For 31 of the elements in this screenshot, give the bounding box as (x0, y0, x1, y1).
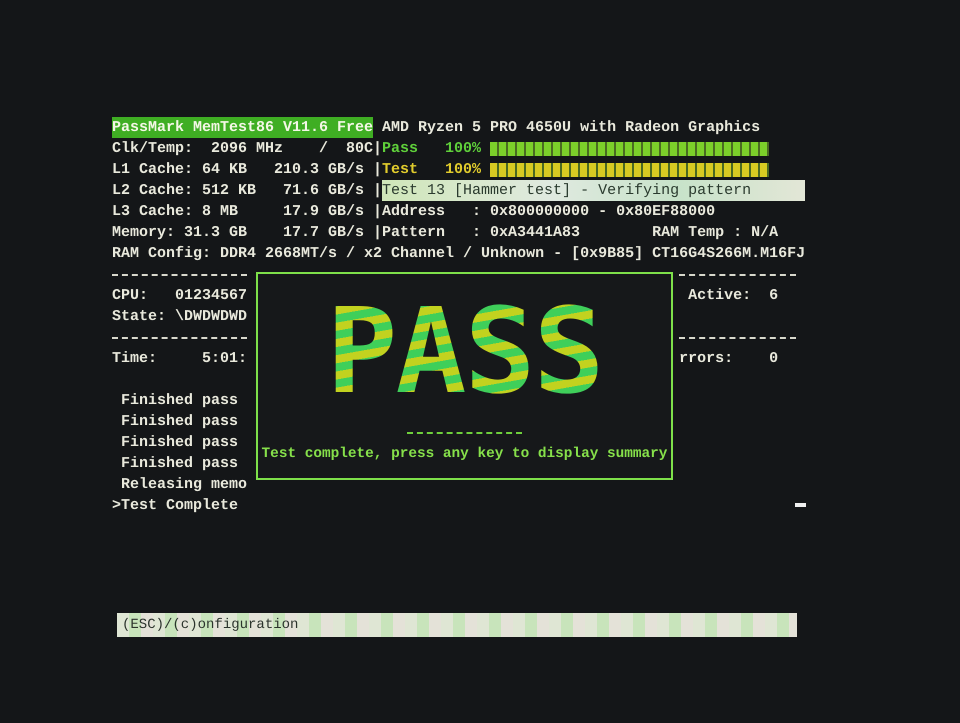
app-title: PassMark MemTest86 V11.6 Free (112, 117, 374, 138)
log-line: Finished pass (121, 433, 238, 453)
prompt-marker: > (112, 496, 121, 516)
system-info: L1 Cache: 64 KB 210.3 GB/s | (112, 160, 382, 180)
elapsed-time: Time: 5:01: (112, 349, 248, 369)
system-info: Memory: 31.3 GB 17.7 GB/s | (112, 223, 382, 243)
error-count: rrors: 0 (679, 349, 778, 369)
system-info: L3 Cache: 8 MB 17.9 GB/s | (112, 202, 382, 222)
text-cursor (795, 503, 806, 507)
cpu-line: CPU: 01234567 (112, 286, 248, 306)
state-line: State: \DWDWDWD (112, 307, 248, 327)
ram-config: RAM Config: DDR4 2668MT/s / x2 Channel / Unknown - [0x9B85] CT16G4S266M.M16FJ (112, 244, 806, 264)
system-info: L2 Cache: 512 KB 71.6 GB/s | (112, 181, 382, 201)
footer-hint: (ESC)/(c)onfiguration (122, 616, 298, 635)
log-line: Test Complete (121, 496, 238, 516)
test-status: Test 13 [Hammer test] - Verifying pattern (382, 180, 806, 201)
progress-label: Pass (382, 139, 420, 159)
system-info: Clk/Temp: 2096 MHz / 80C| (112, 139, 382, 159)
log-line: Finished pass (121, 412, 238, 432)
log-line: Releasing memo (121, 475, 248, 495)
progress-percent: 100% (445, 160, 482, 180)
processor-name: AMD Ryzen 5 PRO 4650U with Radeon Graphics (382, 118, 760, 138)
address-range: Address : 0x800000000 - 0x80EF88000 (382, 202, 716, 222)
dialog-message: Test complete, press any key to display summary (262, 446, 668, 462)
log-line: Finished pass (121, 391, 238, 411)
progress-percent: 100% (445, 139, 482, 159)
pattern-value: Pattern : 0xA3441A83 (382, 223, 582, 243)
ram-temperature: RAM Temp : N/A (652, 223, 778, 243)
active-count: Active: 6 (688, 286, 778, 306)
log-line: Finished pass (121, 454, 238, 474)
progress-label: Test (382, 160, 420, 180)
